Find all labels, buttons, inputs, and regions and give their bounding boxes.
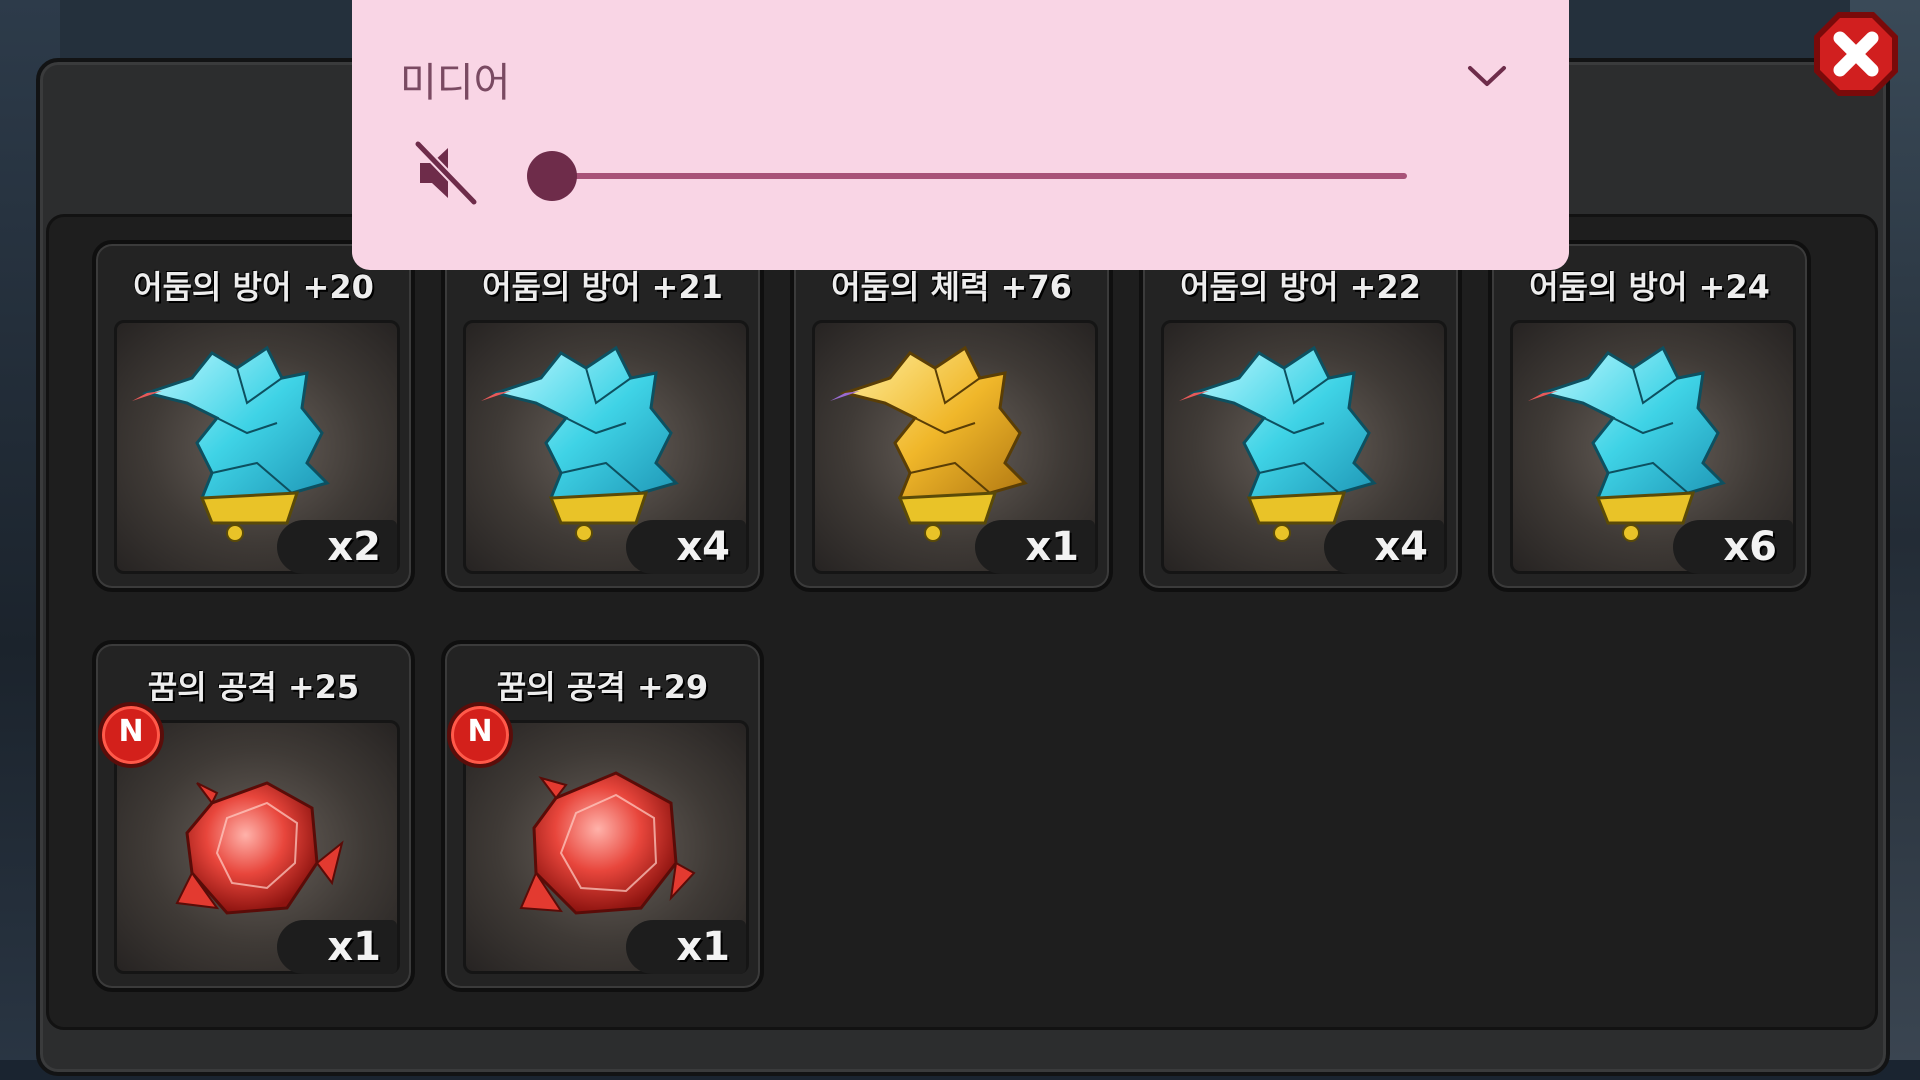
item-quantity: x6 (1673, 520, 1793, 574)
item-quantity: x4 (626, 520, 746, 574)
item-quantity: x1 (975, 520, 1095, 574)
volume-mute-icon (413, 139, 479, 207)
close-button[interactable] (1808, 6, 1904, 102)
item-slot[interactable]: 어둠의 체력 +76 x1 (790, 240, 1113, 592)
volume-slider-thumb[interactable] (527, 151, 577, 201)
volume-slider[interactable] (527, 148, 1427, 204)
volume-mute-button[interactable] (412, 138, 482, 208)
item-quantity: x2 (277, 520, 397, 574)
item-quantity: x1 (277, 920, 397, 974)
item-slot[interactable]: 어둠의 방어 +24 x6 (1488, 240, 1811, 592)
media-title: 미디어 (400, 60, 511, 106)
new-badge: N (98, 702, 164, 768)
item-slot[interactable]: 꿈의 공격 +29 N x1 (441, 640, 764, 992)
chevron-down-icon[interactable] (1464, 56, 1510, 96)
volume-slider-track (547, 173, 1407, 179)
close-icon (1814, 12, 1898, 96)
item-quantity: x1 (626, 920, 746, 974)
item-slot[interactable]: 어둠의 방어 +22 x4 (1139, 240, 1462, 592)
item-slot[interactable]: 어둠의 방어 +21 x4 (441, 240, 764, 592)
item-title: 꿈의 공격 +25 (147, 668, 360, 706)
new-badge: N (447, 702, 513, 768)
item-slot[interactable]: 꿈의 공격 +25 N x1 (92, 640, 415, 992)
item-slot[interactable]: 어둠의 방어 +20 x2 (92, 240, 415, 592)
item-title: 꿈의 공격 +29 (496, 668, 709, 706)
media-volume-panel: 미디어 (352, 0, 1569, 270)
item-quantity: x4 (1324, 520, 1444, 574)
